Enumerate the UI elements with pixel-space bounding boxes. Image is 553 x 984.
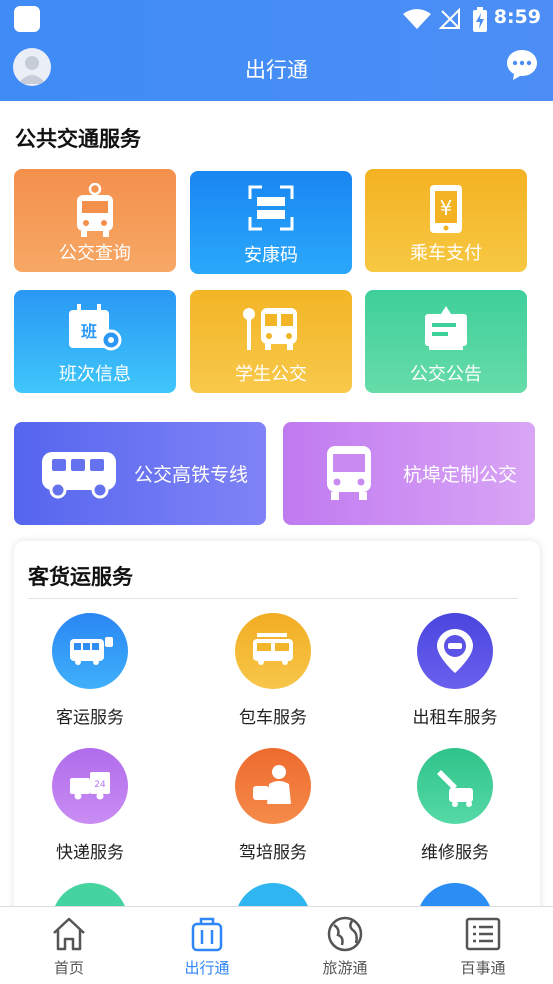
delivery-truck-icon: 24 [52, 748, 128, 824]
freight-services-card: 客货运服务 客运服务 包车服务 出租车服务 24 快递服务 驾培服务 维修服务 [14, 541, 540, 921]
tile-label: 公交查询 [59, 243, 131, 264]
status-bar: 8:59 [0, 0, 553, 38]
wifi-icon [403, 9, 431, 29]
tab-label: 首页 [53, 959, 84, 977]
driving-instructor-icon [235, 748, 311, 824]
tile-student-bus[interactable]: 学生公交 [190, 290, 352, 393]
tile-health-code[interactable]: 安康码 [190, 171, 352, 274]
tab-label: 百事通 [460, 959, 506, 977]
luggage-icon [191, 917, 223, 952]
svg-text:班: 班 [81, 322, 97, 341]
service-passenger[interactable]: 客运服务 [20, 613, 160, 728]
tile-bus-notice[interactable]: 公交公告 [365, 290, 527, 393]
banner-label: 杭埠定制公交 [403, 464, 518, 486]
tab-label: 出行通 [184, 959, 230, 977]
section-title-freight: 客货运服务 [28, 565, 133, 589]
service-charter[interactable]: 包车服务 [203, 613, 343, 728]
divider [28, 598, 518, 599]
svg-text:¥: ¥ [440, 196, 453, 220]
service-label: 驾培服务 [239, 843, 307, 863]
service-driving-school[interactable]: 驾培服务 [203, 748, 343, 863]
service-label: 包车服务 [239, 708, 307, 728]
app-header: 8:59 出行通 [0, 0, 553, 101]
tab-travel[interactable]: 出行通 [138, 907, 276, 984]
notice-board-icon [425, 306, 467, 350]
tile-ride-payment[interactable]: ¥ 乘车支付 [365, 169, 527, 272]
main-content: 公共交通服务 公交查询 安康码 ¥ 乘车支付 班 班次信息 学生公交 公交公告 … [0, 101, 553, 921]
phone-pay-icon: ¥ [430, 185, 462, 233]
calendar-icon: 班 [69, 304, 122, 351]
tab-label: 旅游通 [322, 959, 368, 977]
qr-scan-icon [248, 185, 294, 231]
service-taxi[interactable]: 出租车服务 [385, 613, 525, 728]
service-label: 出租车服务 [412, 708, 498, 728]
notification-icon [14, 6, 40, 32]
section-title-public-transit: 公共交通服务 [15, 127, 141, 151]
service-label: 客运服务 [56, 708, 124, 728]
service-label: 快递服务 [56, 843, 124, 863]
globe-icon [327, 916, 363, 952]
charter-bus-icon [235, 613, 311, 689]
service-express[interactable]: 24 快递服务 [20, 748, 160, 863]
tab-home[interactable]: 首页 [0, 907, 138, 984]
service-repair[interactable]: 维修服务 [385, 748, 525, 863]
tile-label: 公交公告 [410, 364, 482, 385]
tile-bus-query[interactable]: 公交查询 [14, 169, 176, 272]
tab-services[interactable]: 百事通 [414, 907, 552, 984]
tile-label: 学生公交 [235, 364, 307, 385]
wrench-icon [417, 748, 493, 824]
svg-text:24: 24 [94, 780, 106, 790]
student-bus-icon [243, 308, 297, 350]
tile-schedule-info[interactable]: 班 班次信息 [14, 290, 176, 393]
tile-label: 安康码 [244, 245, 298, 266]
tile-label: 乘车支付 [410, 243, 482, 264]
taxi-icon [417, 613, 493, 689]
no-signal-icon [439, 8, 460, 29]
banner-custom-bus[interactable]: 杭埠定制公交 [283, 422, 535, 525]
tab-tourism[interactable]: 旅游通 [276, 907, 414, 984]
bus-stop-icon [77, 183, 113, 237]
clock: 8:59 [493, 6, 541, 28]
list-document-icon [465, 917, 501, 951]
custom-bus-icon [327, 446, 371, 500]
title-bar: 出行通 [0, 38, 553, 100]
banner-rail-link[interactable]: 公交高铁专线 [14, 422, 266, 525]
battery-icon [473, 7, 487, 32]
bus-icon [42, 452, 116, 499]
coach-icon [52, 613, 128, 689]
tile-label: 班次信息 [59, 364, 131, 385]
page-title: 出行通 [245, 58, 308, 82]
message-icon[interactable] [505, 48, 539, 82]
bottom-tab-bar: 首页 出行通 旅游通 百事通 [0, 906, 553, 984]
service-label: 维修服务 [421, 843, 489, 863]
banner-label: 公交高铁专线 [134, 464, 249, 486]
home-icon [53, 917, 85, 951]
